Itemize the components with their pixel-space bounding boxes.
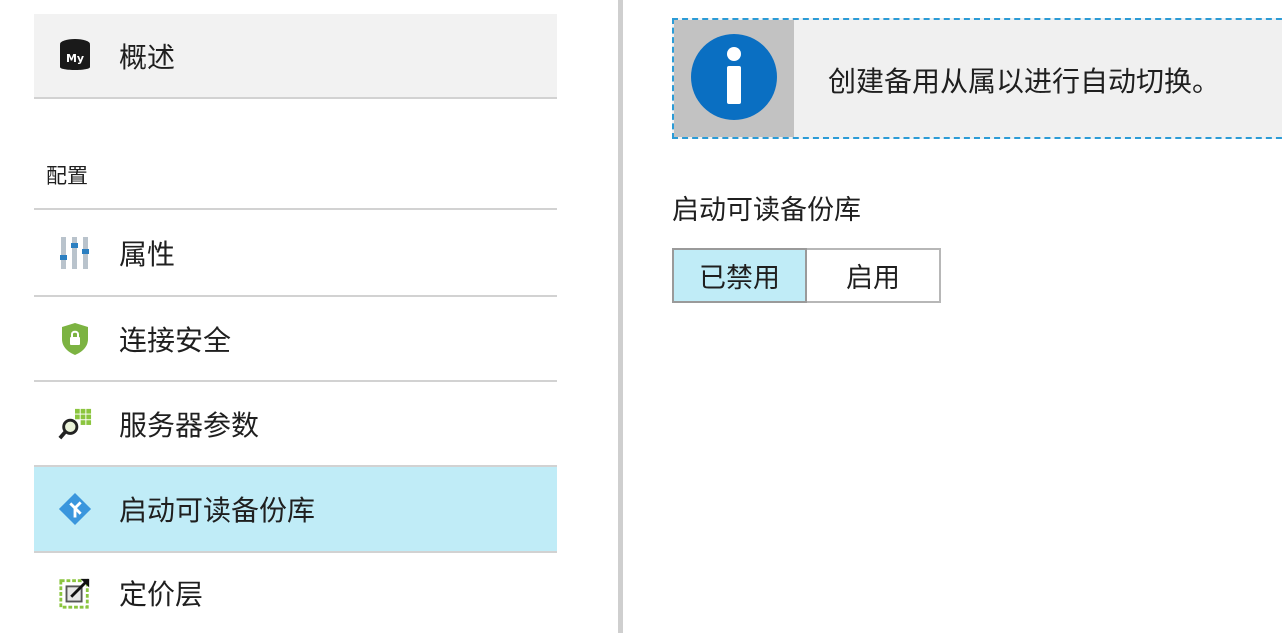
info-banner-text: 创建备用从属以进行自动切换。 [828,65,1221,98]
sidebar-item-label: 概述 [119,40,176,74]
sidebar: My 概述 配置 属性 连接安全 服务器参数 启动可读备份库 定价层 [34,0,557,633]
info-banner: 创建备用从属以进行自动切换。 [672,18,1282,139]
properties-icon [58,236,92,270]
shield-lock-icon [58,322,92,356]
pricing-tier-icon [58,576,92,610]
sidebar-item-pricing-tier[interactable]: 定价层 [34,553,557,633]
read-replica-toggle: 已禁用 启用 [672,248,941,303]
svg-text:My: My [66,52,84,65]
sidebar-item-label: 连接安全 [119,323,232,357]
info-icon [690,33,778,125]
sidebar-item-overview[interactable]: My 概述 [34,14,557,99]
server-parameters-icon [58,407,92,441]
sidebar-item-label: 属性 [119,237,176,271]
sidebar-item-properties[interactable]: 属性 [34,210,557,297]
section-header-config: 配置 [46,164,88,188]
mysql-database-icon: My [58,38,92,73]
replica-icon [58,492,92,526]
sidebar-item-label: 服务器参数 [119,408,260,442]
sidebar-item-label: 定价层 [119,578,204,611]
toggle-disabled-option[interactable]: 已禁用 [672,248,807,303]
info-icon-container [674,20,794,137]
sidebar-item-server-parameters[interactable]: 服务器参数 [34,382,557,467]
panel-divider[interactable] [618,0,623,633]
read-replica-field-label: 启动可读备份库 [672,195,861,226]
sidebar-item-connection-security[interactable]: 连接安全 [34,297,557,382]
sidebar-item-read-replica[interactable]: 启动可读备份库 [34,467,557,553]
sidebar-item-label: 启动可读备份库 [119,494,316,527]
toggle-enabled-option[interactable]: 启用 [807,248,941,303]
